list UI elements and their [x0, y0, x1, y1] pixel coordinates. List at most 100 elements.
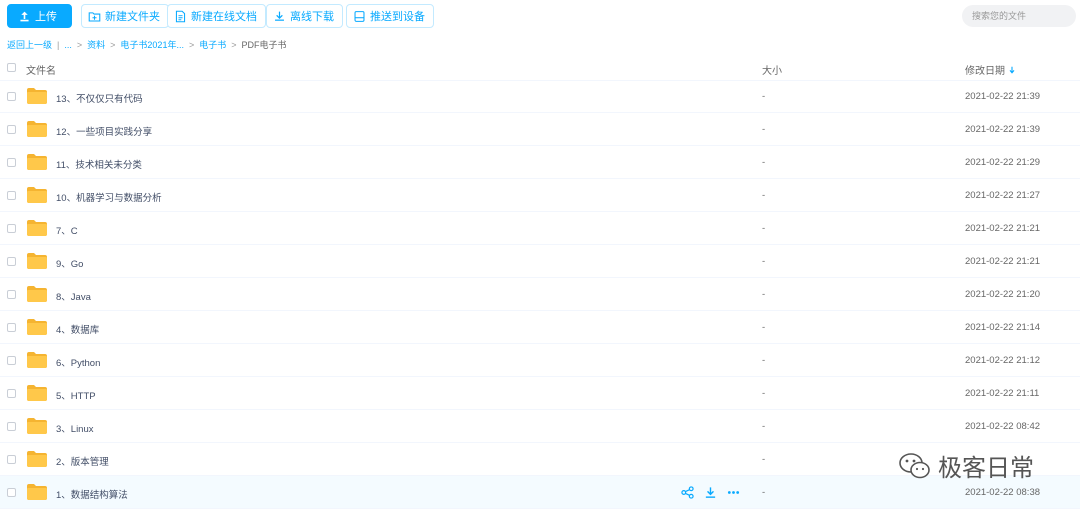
- folder-icon: [27, 88, 47, 104]
- file-name[interactable]: 13、不仅仅只有代码: [56, 91, 143, 105]
- new-online-doc-button[interactable]: 新建在线文档: [167, 4, 266, 28]
- file-row[interactable]: 7、C - 2021-02-22 21:21: [0, 212, 1080, 245]
- file-list: 13、不仅仅只有代码 - 2021-02-22 21:39 12、一些项目实践分享 - 2…: [0, 80, 1080, 509]
- breadcrumb-item-ebook[interactable]: 电子书: [199, 38, 226, 51]
- file-name[interactable]: 2、版本管理: [56, 454, 109, 468]
- watermark: 极客日常: [898, 448, 1034, 483]
- folder-icon: [27, 220, 47, 236]
- row-checkbox[interactable]: [7, 290, 16, 299]
- download-icon[interactable]: [704, 486, 717, 499]
- file-row[interactable]: 10、机器学习与数据分析 - 2021-02-22 21:27: [0, 179, 1080, 212]
- file-size: -: [762, 421, 766, 432]
- sort-arrow-down-icon: [1009, 66, 1015, 74]
- row-checkbox[interactable]: [7, 422, 16, 431]
- row-checkbox[interactable]: [7, 257, 16, 266]
- row-checkbox[interactable]: [7, 323, 16, 332]
- breadcrumb-separator: |: [57, 39, 60, 50]
- folder-icon: [27, 154, 47, 170]
- file-date: 2021-02-22 21:20: [965, 289, 1041, 300]
- new-folder-label: 新建文件夹: [105, 11, 160, 23]
- download-icon: [275, 11, 284, 21]
- folder-icon: [27, 121, 47, 137]
- folder-icon: [27, 253, 47, 269]
- file-size: -: [762, 487, 766, 498]
- file-row[interactable]: 4、数据库 - 2021-02-22 21:14: [0, 311, 1080, 344]
- push-to-device-button[interactable]: 推送到设备: [346, 4, 434, 28]
- file-row[interactable]: 5、HTTP - 2021-02-22 21:11: [0, 377, 1080, 410]
- upload-button[interactable]: 上传: [7, 4, 72, 28]
- share-icon[interactable]: [681, 486, 694, 499]
- file-size: -: [762, 157, 766, 168]
- wechat-icon: [899, 452, 930, 478]
- file-name[interactable]: 3、Linux: [56, 421, 94, 435]
- row-checkbox[interactable]: [7, 191, 16, 200]
- breadcrumb-item-ebook-2021[interactable]: 电子书2021年...: [120, 38, 184, 51]
- search-input[interactable]: [962, 5, 1076, 27]
- folder-icon: [27, 484, 47, 500]
- file-row[interactable]: 9、Go - 2021-02-22 21:21: [0, 245, 1080, 278]
- folder-icon: [27, 451, 47, 467]
- document-icon: [175, 10, 186, 22]
- file-name[interactable]: 7、C: [56, 223, 78, 237]
- file-size: -: [762, 289, 766, 300]
- row-checkbox[interactable]: [7, 158, 16, 167]
- file-date: 2021-02-22 21:14: [965, 322, 1041, 333]
- breadcrumb-separator: >: [76, 39, 83, 50]
- file-row[interactable]: 6、Python - 2021-02-22 21:12: [0, 344, 1080, 377]
- file-name[interactable]: 8、Java: [56, 289, 91, 303]
- file-date: 2021-02-22 21:21: [965, 223, 1041, 234]
- file-date: 2021-02-22 21:29: [965, 157, 1041, 168]
- file-row[interactable]: 13、不仅仅只有代码 - 2021-02-22 21:39: [0, 80, 1080, 113]
- row-checkbox[interactable]: [7, 389, 16, 398]
- row-checkbox[interactable]: [7, 488, 16, 497]
- folder-icon: [27, 385, 47, 401]
- new-online-doc-label: 新建在线文档: [191, 11, 257, 23]
- file-row[interactable]: 8、Java - 2021-02-22 21:20: [0, 278, 1080, 311]
- breadcrumb-item-resources[interactable]: 资料: [87, 38, 105, 51]
- file-name[interactable]: 10、机器学习与数据分析: [56, 190, 162, 204]
- folder-icon: [27, 187, 47, 203]
- file-name[interactable]: 9、Go: [56, 256, 83, 270]
- folder-icon: [27, 286, 47, 302]
- upload-label: 上传: [35, 11, 57, 23]
- row-checkbox[interactable]: [7, 356, 16, 365]
- file-name[interactable]: 4、数据库: [56, 322, 99, 336]
- row-checkbox[interactable]: [7, 125, 16, 134]
- file-name[interactable]: 6、Python: [56, 355, 100, 369]
- select-all-checkbox[interactable]: [7, 63, 16, 72]
- file-name[interactable]: 11、技术相关未分类: [56, 157, 142, 171]
- breadcrumb-ellipsis[interactable]: ...: [64, 40, 72, 50]
- file-row[interactable]: 3、Linux - 2021-02-22 08:42: [0, 410, 1080, 443]
- device-icon: [354, 10, 365, 22]
- new-folder-button[interactable]: 新建文件夹: [81, 4, 169, 28]
- file-name[interactable]: 1、数据结构算法: [56, 487, 128, 501]
- file-size: -: [762, 388, 766, 399]
- offline-download-button[interactable]: 离线下载: [266, 4, 343, 28]
- file-name[interactable]: 5、HTTP: [56, 388, 96, 402]
- file-date: 2021-02-22 21:12: [965, 355, 1041, 366]
- offline-download-label: 离线下载: [290, 11, 334, 23]
- breadcrumb-separator: >: [110, 39, 116, 50]
- file-name[interactable]: 12、一些项目实践分享: [56, 124, 152, 138]
- folder-plus-icon: [88, 11, 101, 21]
- file-size: -: [762, 91, 766, 102]
- file-row[interactable]: 11、技术相关未分类 - 2021-02-22 21:29: [0, 146, 1080, 179]
- file-date: 2021-02-22 21:21: [965, 256, 1041, 267]
- push-to-device-label: 推送到设备: [370, 11, 425, 23]
- breadcrumb-separator: >: [188, 39, 195, 50]
- row-checkbox[interactable]: [7, 455, 16, 464]
- row-checkbox[interactable]: [7, 224, 16, 233]
- column-header-size[interactable]: 大小: [762, 62, 782, 77]
- more-icon[interactable]: [727, 486, 740, 499]
- file-size: -: [762, 223, 766, 234]
- file-date: 2021-02-22 08:38: [965, 487, 1041, 498]
- column-header-date[interactable]: 修改日期: [965, 62, 1016, 77]
- row-checkbox[interactable]: [7, 92, 16, 101]
- folder-icon: [27, 352, 47, 368]
- file-size: -: [762, 322, 766, 333]
- column-header-name[interactable]: 文件名: [26, 62, 56, 77]
- breadcrumb-back-link[interactable]: 返回上一级: [7, 38, 52, 51]
- file-date: 2021-02-22 21:39: [965, 91, 1041, 102]
- file-date: 2021-02-22 21:39: [965, 124, 1041, 135]
- file-row[interactable]: 12、一些项目实践分享 - 2021-02-22 21:39: [0, 113, 1080, 146]
